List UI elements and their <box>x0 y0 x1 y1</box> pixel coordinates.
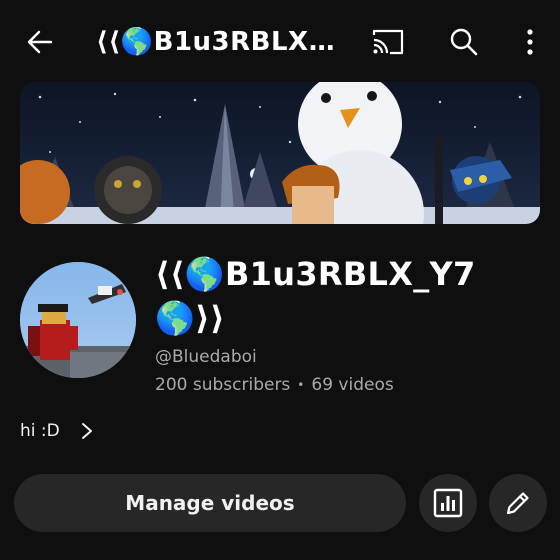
more-vert-icon <box>527 29 533 55</box>
back-button[interactable] <box>18 20 62 64</box>
analytics-button[interactable] <box>419 474 477 532</box>
more-options-button[interactable] <box>508 20 552 64</box>
description-text: hi :D <box>20 421 60 441</box>
banner-image <box>20 82 540 224</box>
channel-banner[interactable] <box>20 82 540 224</box>
channel-stats: 200 subscribers • 69 videos <box>155 373 394 397</box>
video-count: 69 videos <box>311 375 394 395</box>
channel-name: ⟨⟨🌎B1u3RBLX_Y7🌎⟩⟩ <box>155 255 476 337</box>
channel-avatar[interactable] <box>20 262 136 378</box>
edit-channel-button[interactable] <box>489 474 547 532</box>
cast-button[interactable] <box>366 20 410 64</box>
cast-icon <box>372 29 404 55</box>
manage-videos-button[interactable]: Manage videos <box>14 474 406 532</box>
arrow-back-icon <box>27 30 53 54</box>
header-channel-title: ⟨⟨🌎B1u3RBLX_Y7🌎⟩⟩ <box>96 27 346 57</box>
channel-description[interactable]: hi :D <box>20 418 94 444</box>
chevron-right-icon <box>80 422 94 440</box>
edit-pencil-icon <box>506 492 529 515</box>
top-app-bar: ⟨⟨🌎B1u3RBLX_Y7🌎⟩⟩ <box>0 0 560 84</box>
stats-separator: • <box>297 378 305 392</box>
search-icon <box>450 28 478 56</box>
subscriber-count: 200 subscribers <box>155 375 291 395</box>
search-button[interactable] <box>442 20 486 64</box>
channel-handle: @Bluedaboi <box>155 347 257 367</box>
analytics-icon <box>433 488 463 518</box>
avatar-image <box>20 262 136 378</box>
